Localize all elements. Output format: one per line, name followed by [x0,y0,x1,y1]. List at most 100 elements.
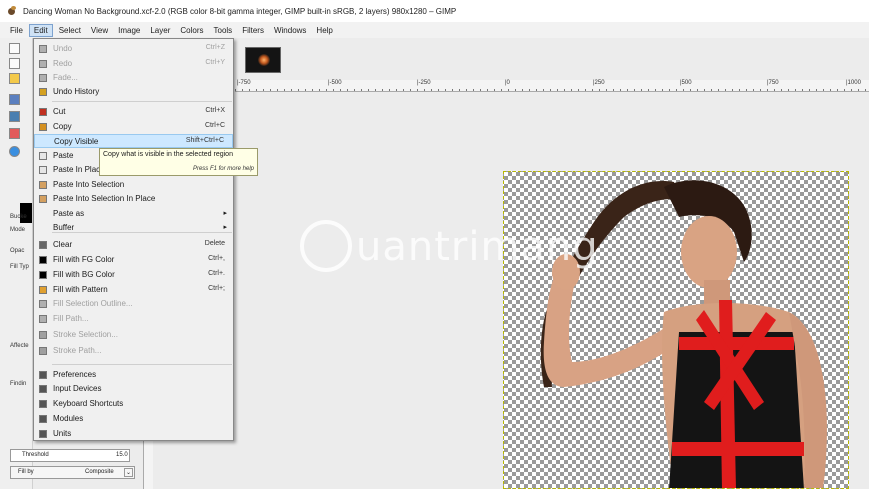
gimp-logo-icon [6,5,17,17]
title-bar: Dancing Woman No Background.xcf-2.0 (RGB… [0,0,869,22]
menu-item-paste-into-selection[interactable]: Paste Into Selection [34,178,233,192]
menu-item-stroke-path[interactable]: Stroke Path... [34,344,233,358]
paste-into-selection-icon [39,181,47,189]
menu-item-fill-selection-outline[interactable]: Fill Selection Outline... [34,297,233,311]
menu-item-copy[interactable]: Copy Ctrl+C [34,120,233,134]
fill-pattern-icon [39,286,47,294]
foreground-color-swatch[interactable] [20,203,32,223]
menu-item-fill-with-fg-color[interactable]: Fill with FG Color Ctrl+, [34,253,233,267]
menu-item-label: Fade... [53,73,78,82]
menu-file[interactable]: File [6,25,27,36]
fill-by-value: Composite [85,469,114,475]
menu-item-undo-history[interactable]: Undo History [34,85,233,99]
menu-item-keyboard-shortcuts[interactable]: Keyboard Shortcuts [34,397,233,411]
menu-windows[interactable]: Windows [270,25,310,36]
menu-item-label: Stroke Path... [53,346,102,355]
crop-tool-icon[interactable] [9,94,20,105]
menu-item-label: Paste In Place [53,165,105,174]
clear-icon [39,241,47,249]
menu-item-preferences[interactable]: Preferences [34,368,233,382]
menu-item-label: Cut [53,107,66,116]
undo-icon [39,45,47,53]
edit-menu-dropdown: Undo Ctrl+Z Redo Ctrl+Y Fade... Undo History C… [33,38,234,441]
fuzzy-select-tool-icon[interactable] [9,73,20,84]
menu-filters[interactable]: Filters [238,25,268,36]
menu-item-label: Copy Visible [54,137,99,146]
menu-item-label: Undo History [53,87,100,96]
menu-edit[interactable]: Edit [28,23,53,37]
dodge-tool-icon[interactable] [9,146,20,157]
toolbox: Bucke Mode Opac Fill Typ Affecte Findin [0,38,33,489]
menu-item-shortcut: Ctrl+; [208,285,225,292]
input-devices-icon [39,385,47,393]
ruler-label: |500 [680,80,692,86]
toolbox-label-bucket: Bucke [10,214,27,220]
ruler-label: |-250 [417,80,431,86]
image-thumbnail[interactable] [245,47,281,73]
menu-item-buffer[interactable]: Buffer ▸ [34,221,233,235]
menu-image[interactable]: Image [114,25,144,36]
tooltip-text: Copy what is visible in the selected reg… [103,151,233,158]
menu-item-shortcut: Ctrl+. [208,270,225,277]
menu-item-label: Copy [53,122,72,131]
menu-item-shortcut: Shift+Ctrl+C [185,137,224,144]
menu-item-copy-visible[interactable]: Copy Visible Shift+Ctrl+C [34,134,233,148]
chevron-down-icon: ⌄ [124,468,133,477]
menu-item-units[interactable]: Units [34,427,233,441]
menu-item-stroke-selection[interactable]: Stroke Selection... [34,328,233,342]
transform-tool-icon[interactable] [9,111,20,122]
menu-item-paste-as[interactable]: Paste as ▸ [34,207,233,221]
watermark-text: uantrimang [356,224,599,270]
threshold-value: 15.0 [116,452,128,458]
menu-item-clear[interactable]: Clear Delete [34,238,233,252]
menu-item-label: Stroke Selection... [53,330,118,339]
menu-item-shortcut: Ctrl+X [205,107,225,114]
menu-colors[interactable]: Colors [176,25,207,36]
watermark: uantrimang [300,218,600,278]
copy-icon [39,123,47,131]
units-icon [39,430,47,438]
menu-item-undo[interactable]: Undo Ctrl+Z [34,42,233,56]
lasso-tool-icon[interactable] [9,43,20,54]
ruler-label: |1000 [846,80,861,86]
menu-item-fill-with-bg-color[interactable]: Fill with BG Color Ctrl+. [34,268,233,282]
menu-help[interactable]: Help [312,25,336,36]
menu-item-label: Redo [53,59,73,68]
menu-select[interactable]: Select [55,25,85,36]
menu-item-label: Fill with BG Color [53,270,115,279]
menu-item-label: Keyboard Shortcuts [53,399,124,408]
fill-by-label: Fill by [18,469,34,475]
fill-path-icon [39,315,47,323]
stroke-path-icon [39,347,47,355]
menu-item-label: Paste Into Selection [53,180,125,189]
submenu-arrow-icon: ▸ [223,224,227,231]
menu-item-redo[interactable]: Redo Ctrl+Y [34,57,233,71]
menu-view[interactable]: View [87,25,112,36]
menu-item-fill-with-pattern[interactable]: Fill with Pattern Ctrl+; [34,283,233,297]
menu-item-label: Fill Selection Outline... [53,299,133,308]
paste-icon [39,152,47,160]
menu-item-input-devices[interactable]: Input Devices [34,382,233,396]
menu-item-paste-into-selection-in-place[interactable]: Paste Into Selection In Place [34,192,233,206]
preferences-icon [39,371,47,379]
bucket-fill-tool-icon[interactable] [9,128,20,139]
modules-icon [39,415,47,423]
menu-item-modules[interactable]: Modules [34,412,233,426]
menu-tools[interactable]: Tools [210,25,237,36]
rect-select-tool-icon[interactable] [9,58,20,69]
menu-item-label: Paste Into Selection In Place [53,194,156,203]
menu-item-fade[interactable]: Fade... [34,71,233,85]
tooltip: Copy what is visible in the selected reg… [99,148,258,176]
paste-in-place-icon [39,166,47,174]
menu-item-fill-path[interactable]: Fill Path... [34,312,233,326]
menu-item-label: Undo [53,44,73,53]
tooltip-hint: Press F1 for more help [192,166,254,172]
menu-layer[interactable]: Layer [146,25,174,36]
cut-icon [39,108,47,116]
toolbox-label-opacity: Opac [10,248,25,254]
paste-into-selection-in-place-icon [39,195,47,203]
menu-item-cut[interactable]: Cut Ctrl+X [34,105,233,119]
menu-item-label: Paste [53,151,74,160]
menu-item-label: Modules [53,414,84,423]
threshold-label: Threshold [22,452,49,458]
